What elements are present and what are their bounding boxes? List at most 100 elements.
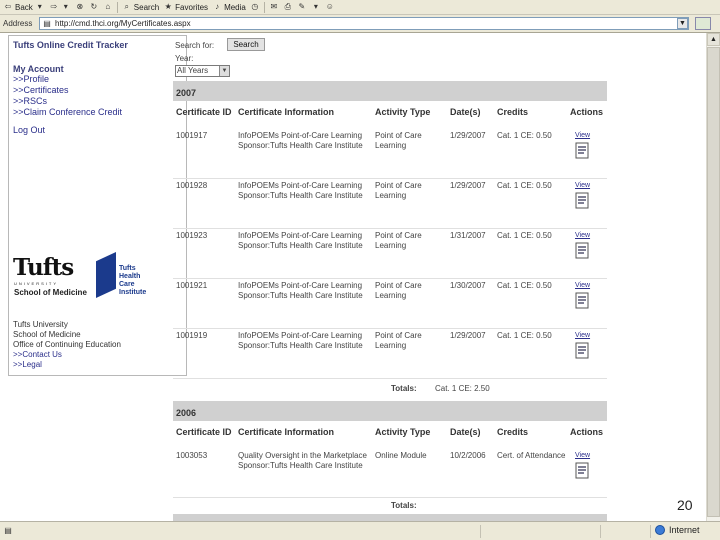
activity-type: Point of Care Learning [375,281,422,300]
status-divider [480,525,481,538]
back-arrow-icon: ⇦ [4,2,12,11]
contact-us-link[interactable]: >>Contact Us [13,350,121,360]
back-button[interactable]: ⇦ Back ▾ [3,2,45,12]
table-row: 1001928 InfoPOEMs Point-of-Care Learning… [173,179,607,229]
favorites-button[interactable]: ★ Favorites [163,2,209,12]
search-button[interactable]: Search [227,38,265,51]
view-action[interactable]: View [575,131,595,159]
forward-button[interactable]: ⇨ ▾ [49,2,71,12]
thci-line: Institute [119,289,147,296]
view-action[interactable]: View [575,231,595,259]
print-icon[interactable]: ⎙ [283,2,293,12]
view-link[interactable]: View [575,331,595,341]
document-icon[interactable] [575,242,590,259]
refresh-icon[interactable]: ↻ [89,2,99,12]
status-bar: ▤ Internet [0,521,720,540]
slide-page-number: 20 [677,497,693,513]
toolbar-divider [116,1,118,13]
search-toolbar-button[interactable]: ⌕ Search [122,2,160,12]
col-header-credits: Credits [497,427,529,437]
security-zone: Internet [655,525,700,535]
go-button[interactable] [695,17,711,30]
scroll-up-icon[interactable]: ▲ [707,33,720,46]
thci-logo-text: Tufts Health Care Institute [119,265,146,297]
document-icon[interactable] [575,462,590,479]
table-row: 1001921 InfoPOEMs Point-of-Care Learning… [173,279,607,329]
sidebar-link-claim-credit[interactable]: >>Claim Conference Credit [13,107,182,118]
view-link[interactable]: View [575,451,595,461]
tufts-logo: Tufts [13,254,74,281]
cert-date: 1/31/2007 [450,231,486,240]
sidebar-link-certificates[interactable]: >>Certificates [13,85,182,96]
history-icon[interactable]: ◷ [250,2,260,12]
sidebar-link-rscs[interactable]: >>RSCs [13,96,182,107]
view-action[interactable]: View [575,451,595,479]
cert-id: 1001919 [176,331,208,340]
col-header-credits: Credits [497,107,529,117]
stop-icon[interactable]: ⊗ [75,2,85,12]
totals-row: Totals: [173,501,607,513]
thci-logo-icon [96,252,116,298]
logos: Tufts UNIVERSITY School of Medicine Tuft… [13,250,183,302]
document-icon[interactable] [575,292,590,309]
col-header-actions: Actions [570,427,604,437]
scroll-thumb[interactable] [707,47,720,517]
year-group-header: 2006 [173,401,607,421]
vertical-scrollbar[interactable]: ▲ [706,33,720,521]
zone-label: Internet [669,525,700,535]
logout-link[interactable]: Log Out [13,125,182,135]
cert-date: 1/29/2007 [450,331,486,340]
col-header-id: Certificate ID [176,427,232,437]
home-icon[interactable]: ⌂ [103,2,113,12]
school-of-medicine-text: School of Medicine [14,288,87,297]
view-action[interactable]: View [575,181,595,209]
sidebar: Tufts Online Credit Tracker My Account >… [8,35,187,376]
cert-info: InfoPOEMs Point-of-Care Learning Sponsor… [238,281,363,300]
table-row: 1001917 InfoPOEMs Point-of-Care Learning… [173,129,607,179]
view-link[interactable]: View [575,131,595,141]
view-link[interactable]: View [575,181,595,191]
activity-type: Point of Care Learning [375,181,422,200]
document-icon[interactable] [575,342,590,359]
status-divider [600,525,601,538]
address-input[interactable]: ▤ http://cmd.thci.org/MyCertificates.asp… [39,17,689,30]
site-title: Tufts Online Credit Tracker [13,40,128,50]
cert-id: 1001921 [176,281,208,290]
account-heading: My Account [13,64,64,74]
view-action[interactable]: View [575,281,595,309]
col-header-type: Activity Type [375,107,431,117]
sidebar-link-profile[interactable]: >>Profile [13,74,182,85]
activity-type: Point of Care Learning [375,131,422,150]
document-icon[interactable] [575,142,590,159]
view-link[interactable]: View [575,231,595,241]
cert-info: InfoPOEMs Point-of-Care Learning Sponsor… [238,331,363,350]
thci-line: Tufts [119,265,136,272]
cert-info: InfoPOEMs Point-of-Care Learning Sponsor… [238,181,363,200]
table-header: Certificate ID Certificate Information A… [173,105,607,129]
table-row: 1001919 InfoPOEMs Point-of-Care Learning… [173,329,607,379]
edit-icon[interactable]: ✎ [297,2,307,12]
chevron-down-icon: ▼ [219,66,229,76]
col-header-type: Activity Type [375,427,431,437]
view-action[interactable]: View [575,331,595,359]
media-label: Media [224,2,246,12]
activity-type: Point of Care Learning [375,331,422,350]
cert-date: 1/29/2007 [450,181,486,190]
document-icon[interactable] [575,192,590,209]
media-button[interactable]: ♪ Media [212,2,246,12]
mail-icon[interactable]: ✉ [269,2,279,12]
legal-link[interactable]: >>Legal [13,360,121,370]
thci-line: Health [119,273,141,280]
col-header-info: Certificate Information [238,427,335,437]
address-bar: Address ▤ http://cmd.thci.org/MyCertific… [0,15,720,33]
year-select[interactable]: All Years ▼ [175,65,230,77]
view-link[interactable]: View [575,281,595,291]
messenger-icon[interactable]: ☺ [325,2,335,12]
table-row: 1003053 Quality Oversight in the Marketp… [173,449,607,498]
chevron-down-icon[interactable]: ▾ [311,2,321,12]
cert-date: 1/30/2007 [450,281,486,290]
chevron-down-icon[interactable]: ▼ [677,18,688,29]
col-header-id: Certificate ID [176,107,232,117]
search-label: Search for: [175,41,215,50]
footer-line: Tufts University [13,320,68,329]
